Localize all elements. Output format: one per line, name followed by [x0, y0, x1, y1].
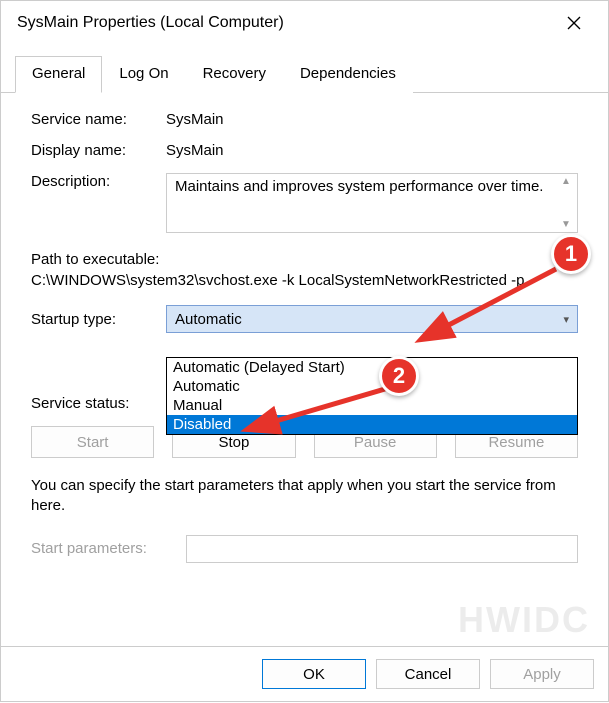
path-value: C:\WINDOWS\system32\svchost.exe -k Local… [31, 272, 578, 289]
path-label: Path to executable: [31, 251, 578, 268]
watermark: HWIDC [458, 599, 590, 641]
option-manual[interactable]: Manual [167, 396, 577, 415]
description-label: Description: [31, 173, 166, 190]
annotation-badge-1: 1 [551, 234, 591, 274]
startup-type-select[interactable]: Automatic ▾ [166, 305, 578, 333]
display-name-label: Display name: [31, 142, 166, 159]
service-status-label: Service status: [31, 395, 166, 412]
start-parameters-label: Start parameters: [31, 540, 186, 557]
tab-bar: General Log On Recovery Dependencies [1, 55, 608, 93]
startup-type-selected: Automatic [175, 311, 242, 328]
scroll-down-icon: ▼ [561, 219, 575, 230]
option-automatic-delayed[interactable]: Automatic (Delayed Start) [167, 358, 577, 377]
apply-button[interactable]: Apply [490, 659, 594, 689]
tab-recovery[interactable]: Recovery [186, 56, 283, 93]
close-button[interactable] [554, 9, 594, 37]
titlebar: SysMain Properties (Local Computer) [1, 1, 608, 47]
properties-dialog: SysMain Properties (Local Computer) Gene… [0, 0, 609, 702]
close-icon [567, 16, 581, 30]
service-name-value: SysMain [166, 111, 578, 128]
hint-text: You can specify the start parameters tha… [31, 476, 578, 517]
description-text: Maintains and improves system performanc… [175, 178, 543, 195]
ok-button[interactable]: OK [262, 659, 366, 689]
service-name-label: Service name: [31, 111, 166, 128]
description-scrollbar[interactable]: ▲ ▼ [561, 176, 575, 230]
window-title: SysMain Properties (Local Computer) [17, 14, 284, 32]
scroll-up-icon: ▲ [561, 176, 575, 187]
display-name-value: SysMain [166, 142, 578, 159]
start-parameters-input [186, 535, 578, 563]
dialog-button-bar: OK Cancel Apply [1, 646, 608, 701]
startup-type-label: Startup type: [31, 311, 166, 328]
option-automatic[interactable]: Automatic [167, 377, 577, 396]
description-box: Maintains and improves system performanc… [166, 173, 578, 233]
option-disabled[interactable]: Disabled [167, 415, 577, 434]
start-button[interactable]: Start [31, 426, 154, 458]
tab-content: Service name: SysMain Display name: SysM… [1, 93, 608, 573]
tab-log-on[interactable]: Log On [102, 56, 185, 93]
startup-type-dropdown: Automatic (Delayed Start) Automatic Manu… [166, 357, 578, 435]
chevron-down-icon: ▾ [563, 313, 569, 326]
tab-dependencies[interactable]: Dependencies [283, 56, 413, 93]
tab-general[interactable]: General [15, 56, 102, 93]
annotation-badge-2: 2 [379, 356, 419, 396]
cancel-button[interactable]: Cancel [376, 659, 480, 689]
